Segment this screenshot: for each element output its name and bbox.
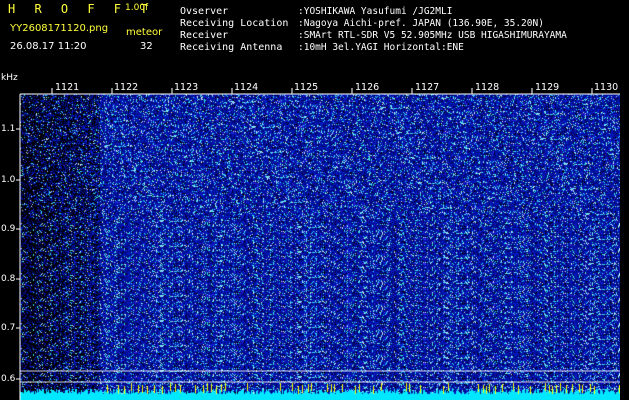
info-label-antenna: Receiving Antenna <box>180 42 283 53</box>
spectrogram-canvas <box>20 94 620 400</box>
app-version: 1.00f <box>125 3 149 13</box>
info-value-location: :Nagoya Aichi-pref. JAPAN (136.90E, 35.2… <box>298 18 544 29</box>
date-time: 26.08.17 11:20 <box>10 41 87 52</box>
info-value-observer: :YOSHIKAWA Yasufumi /JG2MLI <box>298 6 453 17</box>
meteor-label: meteor <box>126 27 163 38</box>
spectrogram-panel <box>0 78 629 400</box>
file-name: YY2608171120.png <box>10 23 109 34</box>
info-label-observer: Ovserver <box>180 6 229 17</box>
info-value-antenna: :10mH 3el.YAGI Horizontal:ENE <box>298 42 464 53</box>
info-label-receiver: Receiver <box>180 30 229 41</box>
meteor-count: 32 <box>140 41 153 52</box>
info-value-receiver: :SMArt RTL-SDR V5 52.905MHz USB HIGASHIM… <box>298 30 567 41</box>
header-bar: H R O F F T 1.00f YY2608171120.png 26.08… <box>0 0 629 78</box>
info-label-location: Receiving Location <box>180 18 289 29</box>
